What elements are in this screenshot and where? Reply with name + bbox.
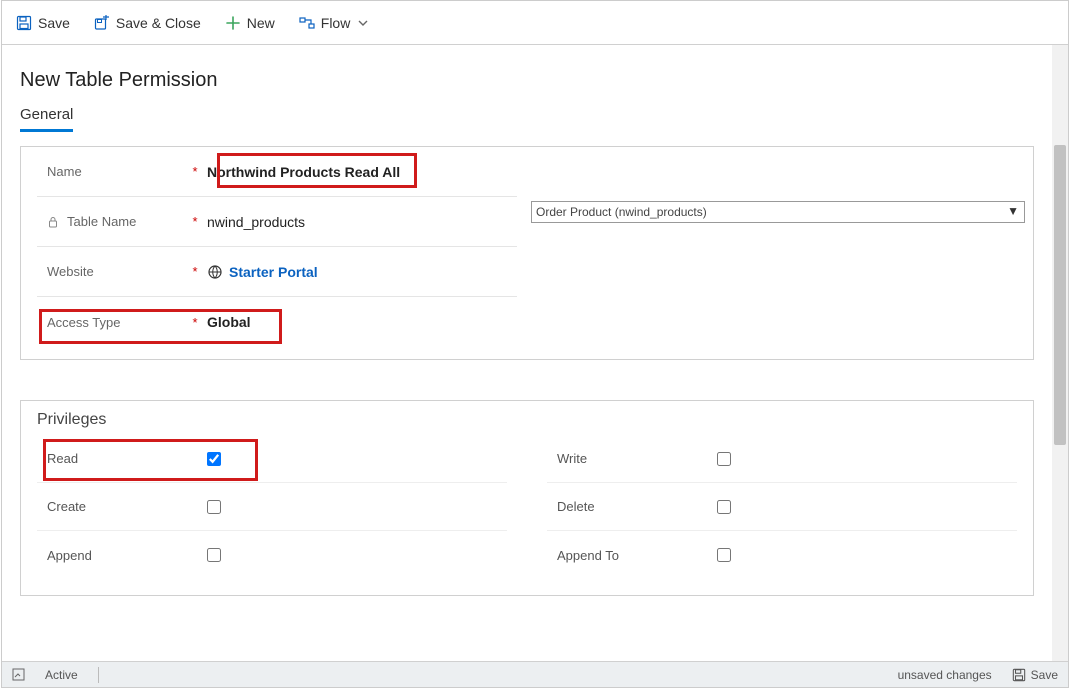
footer-save-label: Save <box>1031 668 1058 682</box>
access-type-value[interactable]: Global <box>203 314 517 330</box>
table-name-value[interactable]: nwind_products <box>203 214 517 230</box>
field-table-name: Table Name * nwind_products <box>37 197 517 247</box>
lock-icon <box>47 216 59 228</box>
save-label: Save <box>38 15 70 31</box>
field-name: Name * Northwind Products Read All <box>37 147 517 197</box>
save-button[interactable]: Save <box>12 11 74 35</box>
required-marker: * <box>187 164 203 179</box>
append-to-checkbox[interactable] <box>717 548 731 562</box>
flow-label: Flow <box>321 15 351 31</box>
read-label: Read <box>37 451 207 466</box>
table-name-select[interactable]: Order Product (nwind_products) <box>531 201 1025 223</box>
save-close-icon <box>94 15 110 31</box>
status-bar: Active unsaved changes Save <box>2 661 1068 687</box>
create-label: Create <box>37 499 207 514</box>
command-bar: Save Save & Close New Flow <box>2 1 1068 45</box>
new-button[interactable]: New <box>221 11 279 35</box>
plus-icon <box>225 15 241 31</box>
new-label: New <box>247 15 275 31</box>
flow-icon <box>299 15 315 31</box>
edit-status-icon <box>12 668 25 681</box>
table-name-label: Table Name <box>37 214 187 229</box>
save-icon <box>16 15 32 31</box>
required-marker: * <box>187 264 203 279</box>
page-title: New Table Permission <box>20 69 1034 92</box>
required-marker: * <box>187 315 203 330</box>
privileges-panel: Privileges Read Create <box>20 400 1034 596</box>
main-area: New Table Permission General Name * Nort… <box>2 45 1068 661</box>
footer-divider <box>98 667 99 683</box>
append-checkbox[interactable] <box>207 548 221 562</box>
privilege-delete: Delete <box>547 483 1017 531</box>
delete-checkbox[interactable] <box>717 500 731 514</box>
write-checkbox[interactable] <box>717 452 731 466</box>
globe-icon <box>207 264 223 280</box>
save-and-close-button[interactable]: Save & Close <box>90 11 205 35</box>
append-label: Append <box>37 548 207 563</box>
write-label: Write <box>547 451 717 466</box>
privilege-append-to: Append To <box>547 531 1017 579</box>
privilege-read: Read <box>37 435 507 483</box>
footer-save-button[interactable]: Save <box>1012 668 1058 682</box>
access-type-label: Access Type <box>37 315 187 330</box>
name-label: Name <box>37 164 187 179</box>
privilege-append: Append <box>37 531 507 579</box>
table-name-select-wrap: Order Product (nwind_products) ▼ <box>531 201 1025 223</box>
required-marker: * <box>187 214 203 229</box>
vertical-scrollbar[interactable] <box>1052 45 1068 661</box>
read-checkbox[interactable] <box>207 452 221 466</box>
general-panel: Name * Northwind Products Read All Table… <box>20 146 1034 360</box>
record-status: Active <box>45 668 78 682</box>
website-value[interactable]: Starter Portal <box>203 264 517 280</box>
website-link[interactable]: Starter Portal <box>229 264 318 280</box>
flow-button[interactable]: Flow <box>295 11 373 35</box>
scrollbar-thumb[interactable] <box>1054 145 1066 445</box>
name-value[interactable]: Northwind Products Read All <box>203 164 517 180</box>
append-to-label: Append To <box>547 548 717 563</box>
privileges-title: Privileges <box>21 401 1033 435</box>
tab-strip: General <box>20 102 1034 132</box>
website-label: Website <box>37 264 187 279</box>
unsaved-indicator: unsaved changes <box>898 668 992 682</box>
tab-general[interactable]: General <box>20 102 73 132</box>
form-scroll: New Table Permission General Name * Nort… <box>2 45 1052 661</box>
field-website: Website * Starter Portal <box>37 247 517 297</box>
privilege-write: Write <box>547 435 1017 483</box>
privilege-create: Create <box>37 483 507 531</box>
save-close-label: Save & Close <box>116 15 201 31</box>
save-icon <box>1012 668 1026 682</box>
chevron-down-icon <box>358 18 368 28</box>
delete-label: Delete <box>547 499 717 514</box>
create-checkbox[interactable] <box>207 500 221 514</box>
field-access-type: Access Type * Global <box>37 297 517 347</box>
